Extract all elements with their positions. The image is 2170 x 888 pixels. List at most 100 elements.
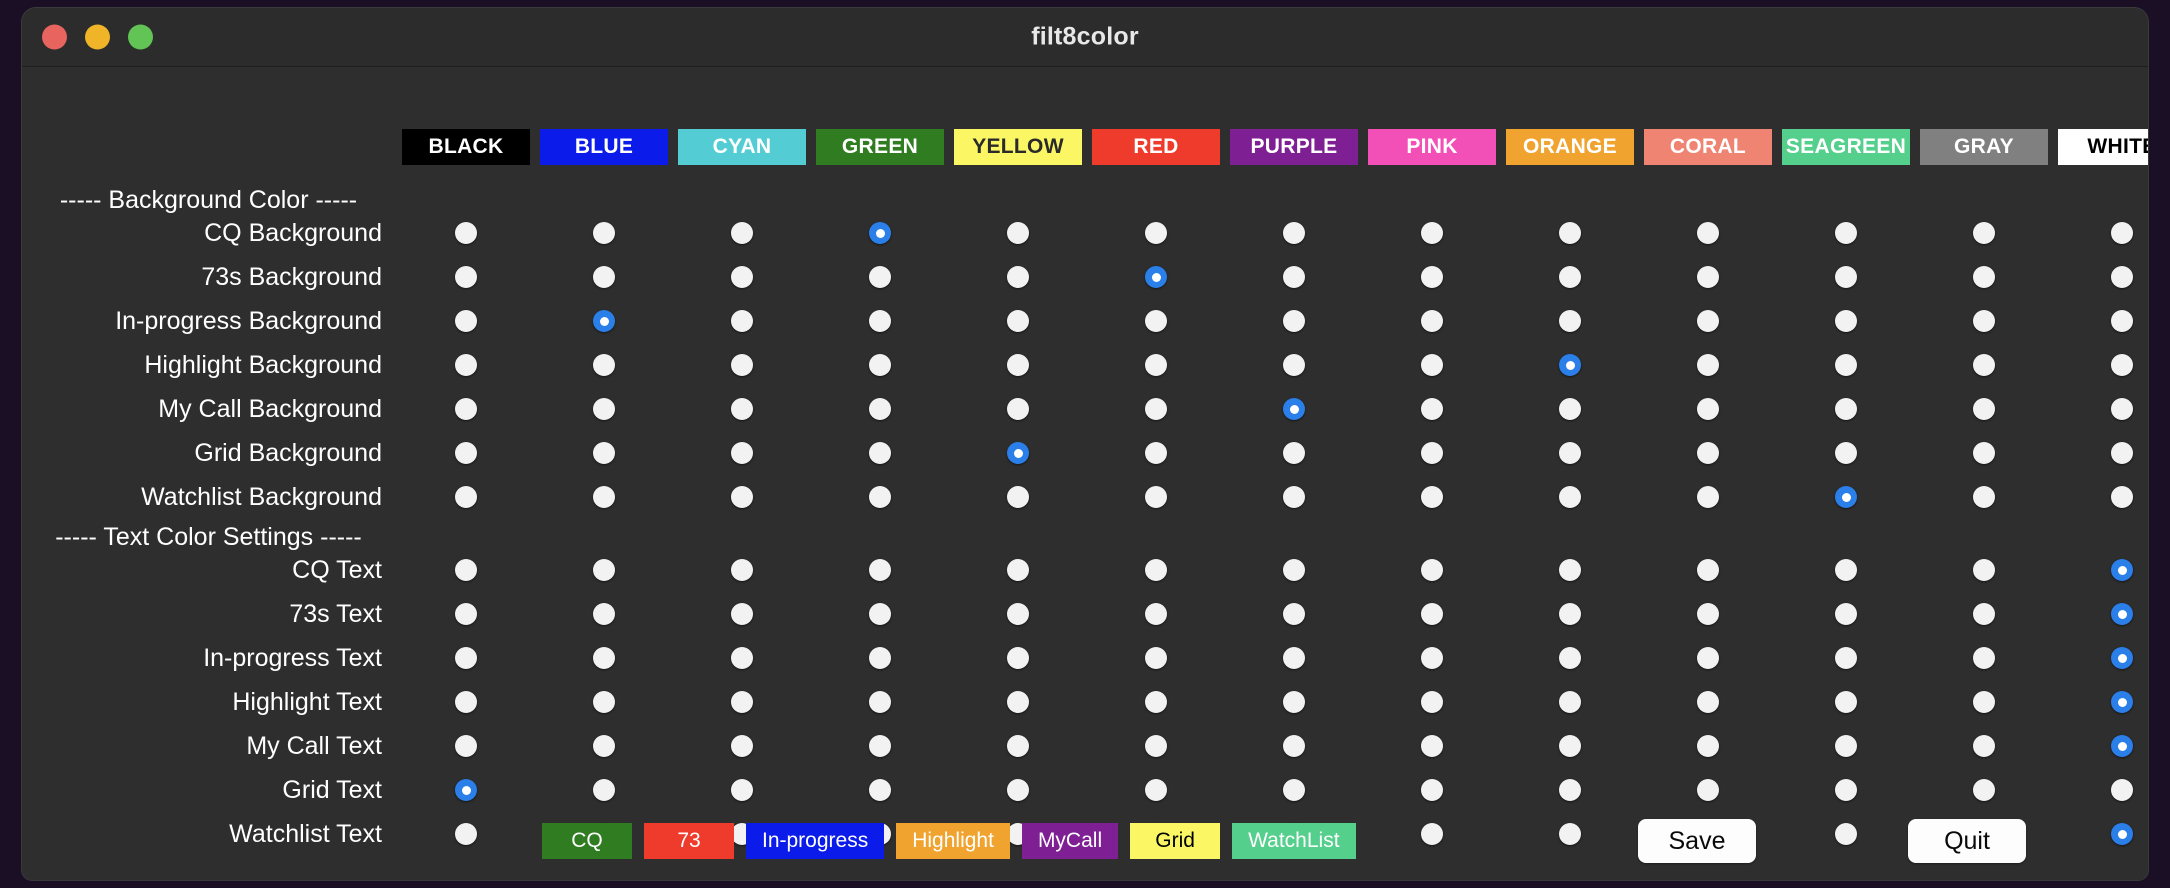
radio-cell[interactable] xyxy=(1230,398,1358,420)
radio-cell[interactable] xyxy=(1506,266,1634,288)
radio-button-orange[interactable] xyxy=(1559,398,1581,420)
radio-button-pink[interactable] xyxy=(1421,486,1443,508)
radio-cell[interactable] xyxy=(1230,735,1358,757)
radio-cell[interactable] xyxy=(954,486,1082,508)
radio-button-gray[interactable] xyxy=(1973,603,1995,625)
radio-button-gray[interactable] xyxy=(1973,354,1995,376)
radio-button-seagreen[interactable] xyxy=(1835,779,1857,801)
radio-cell[interactable] xyxy=(1506,647,1634,669)
radio-button-green[interactable] xyxy=(869,779,891,801)
radio-cell[interactable] xyxy=(954,779,1082,801)
radio-button-yellow[interactable] xyxy=(1007,647,1029,669)
radio-cell[interactable] xyxy=(1506,559,1634,581)
radio-button-seagreen[interactable] xyxy=(1835,442,1857,464)
radio-button-white[interactable] xyxy=(2111,691,2133,713)
radio-cell[interactable] xyxy=(1920,603,2048,625)
radio-cell[interactable] xyxy=(540,691,668,713)
radio-button-gray[interactable] xyxy=(1973,266,1995,288)
radio-button-green[interactable] xyxy=(869,647,891,669)
radio-button-green[interactable] xyxy=(869,691,891,713)
radio-cell[interactable] xyxy=(1092,398,1220,420)
radio-button-pink[interactable] xyxy=(1421,354,1443,376)
radio-button-white[interactable] xyxy=(2111,823,2133,845)
radio-button-pink[interactable] xyxy=(1421,823,1443,845)
radio-button-white[interactable] xyxy=(2111,398,2133,420)
radio-button-purple[interactable] xyxy=(1283,603,1305,625)
radio-button-coral[interactable] xyxy=(1697,266,1719,288)
radio-cell[interactable] xyxy=(1920,647,2048,669)
radio-cell[interactable] xyxy=(402,559,530,581)
radio-cell[interactable] xyxy=(954,398,1082,420)
radio-cell[interactable] xyxy=(402,486,530,508)
radio-button-gray[interactable] xyxy=(1973,691,1995,713)
radio-button-blue[interactable] xyxy=(593,603,615,625)
radio-cell[interactable] xyxy=(1782,559,1910,581)
radio-cell[interactable] xyxy=(1782,603,1910,625)
radio-cell[interactable] xyxy=(1230,354,1358,376)
radio-cell[interactable] xyxy=(954,310,1082,332)
radio-cell[interactable] xyxy=(540,222,668,244)
radio-cell[interactable] xyxy=(540,354,668,376)
radio-cell[interactable] xyxy=(2058,691,2148,713)
radio-button-yellow[interactable] xyxy=(1007,603,1029,625)
radio-cell[interactable] xyxy=(1782,691,1910,713)
radio-button-blue[interactable] xyxy=(593,222,615,244)
radio-button-gray[interactable] xyxy=(1973,735,1995,757)
radio-cell[interactable] xyxy=(1368,266,1496,288)
color-column-header-pink[interactable]: PINK xyxy=(1368,129,1496,165)
radio-button-seagreen[interactable] xyxy=(1835,823,1857,845)
radio-button-red[interactable] xyxy=(1145,442,1167,464)
radio-button-pink[interactable] xyxy=(1421,735,1443,757)
radio-cell[interactable] xyxy=(1782,442,1910,464)
radio-cell[interactable] xyxy=(1506,603,1634,625)
radio-cell[interactable] xyxy=(1644,779,1772,801)
radio-cell[interactable] xyxy=(1506,823,1634,845)
radio-cell[interactable] xyxy=(954,266,1082,288)
radio-button-seagreen[interactable] xyxy=(1835,310,1857,332)
radio-cell[interactable] xyxy=(1644,266,1772,288)
radio-cell[interactable] xyxy=(1368,442,1496,464)
radio-cell[interactable] xyxy=(1230,691,1358,713)
radio-cell[interactable] xyxy=(540,442,668,464)
radio-cell[interactable] xyxy=(678,779,806,801)
radio-button-red[interactable] xyxy=(1145,559,1167,581)
radio-button-coral[interactable] xyxy=(1697,222,1719,244)
radio-button-orange[interactable] xyxy=(1559,779,1581,801)
radio-button-black[interactable] xyxy=(455,442,477,464)
radio-cell[interactable] xyxy=(1506,442,1634,464)
radio-cell[interactable] xyxy=(678,647,806,669)
radio-cell[interactable] xyxy=(402,398,530,420)
radio-cell[interactable] xyxy=(954,735,1082,757)
radio-button-seagreen[interactable] xyxy=(1835,398,1857,420)
radio-button-yellow[interactable] xyxy=(1007,266,1029,288)
radio-button-black[interactable] xyxy=(455,823,477,845)
radio-button-coral[interactable] xyxy=(1697,398,1719,420)
radio-cell[interactable] xyxy=(1368,398,1496,420)
radio-button-yellow[interactable] xyxy=(1007,559,1029,581)
radio-button-purple[interactable] xyxy=(1283,398,1305,420)
radio-cell[interactable] xyxy=(1644,442,1772,464)
radio-button-purple[interactable] xyxy=(1283,266,1305,288)
radio-cell[interactable] xyxy=(1092,691,1220,713)
radio-cell[interactable] xyxy=(1644,735,1772,757)
radio-button-gray[interactable] xyxy=(1973,647,1995,669)
radio-button-purple[interactable] xyxy=(1283,310,1305,332)
radio-cell[interactable] xyxy=(1782,823,1910,845)
radio-cell[interactable] xyxy=(954,442,1082,464)
radio-button-cyan[interactable] xyxy=(731,735,753,757)
radio-button-gray[interactable] xyxy=(1973,310,1995,332)
radio-cell[interactable] xyxy=(1092,559,1220,581)
radio-cell[interactable] xyxy=(1230,559,1358,581)
radio-cell[interactable] xyxy=(1920,735,2048,757)
radio-cell[interactable] xyxy=(1644,559,1772,581)
radio-button-cyan[interactable] xyxy=(731,691,753,713)
radio-cell[interactable] xyxy=(1368,486,1496,508)
radio-button-purple[interactable] xyxy=(1283,647,1305,669)
radio-button-black[interactable] xyxy=(455,222,477,244)
radio-cell[interactable] xyxy=(1092,779,1220,801)
radio-button-yellow[interactable] xyxy=(1007,486,1029,508)
radio-button-purple[interactable] xyxy=(1283,222,1305,244)
radio-button-seagreen[interactable] xyxy=(1835,735,1857,757)
radio-cell[interactable] xyxy=(540,647,668,669)
radio-cell[interactable] xyxy=(1092,442,1220,464)
